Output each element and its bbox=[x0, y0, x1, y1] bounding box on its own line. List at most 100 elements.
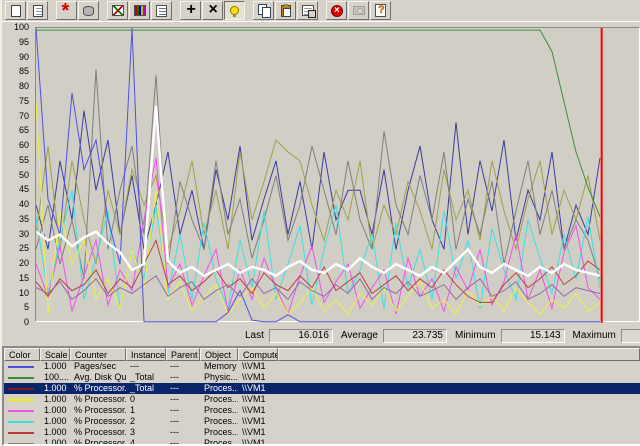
cell-computer: \\VM1 bbox=[238, 438, 278, 446]
highlight-button[interactable] bbox=[224, 1, 245, 20]
column-header-object[interactable]: Object bbox=[200, 348, 238, 361]
cell-color bbox=[4, 372, 40, 383]
plus-icon bbox=[184, 4, 198, 18]
cell-object: Proces... bbox=[200, 416, 238, 427]
cell-parent: --- bbox=[166, 405, 200, 416]
cell-scale: 1.000 bbox=[40, 394, 70, 405]
cell-object: Memory bbox=[200, 361, 238, 372]
view-graph-button[interactable] bbox=[107, 1, 128, 20]
y-axis-label: 95 bbox=[19, 37, 29, 47]
current-activity-icon bbox=[60, 4, 74, 18]
series-processor-1 bbox=[36, 158, 600, 314]
cell-object: Physic... bbox=[200, 372, 238, 383]
cell-instance: 4 bbox=[126, 438, 166, 446]
update-data-button[interactable] bbox=[348, 1, 369, 20]
y-axis-label: 20 bbox=[19, 258, 29, 268]
counter-color-swatch bbox=[8, 410, 34, 412]
column-header-color[interactable]: Color bbox=[4, 348, 40, 361]
counter-row[interactable]: 1.000% Processor...3---Proces...\\VM1 bbox=[4, 427, 640, 438]
stat-label-last: Last bbox=[245, 330, 264, 341]
column-header-counter[interactable]: Counter bbox=[70, 348, 126, 361]
properties-button[interactable] bbox=[297, 1, 318, 20]
column-header-instance[interactable]: Instance bbox=[126, 348, 166, 361]
cell-instance: 0 bbox=[126, 394, 166, 405]
properties-icon bbox=[302, 5, 314, 16]
counter-color-swatch bbox=[8, 443, 34, 445]
view-log-data-button[interactable] bbox=[78, 1, 99, 20]
column-header-computer[interactable]: Computer bbox=[238, 348, 278, 361]
delete-counter-button[interactable] bbox=[202, 1, 223, 20]
add-counter-button[interactable] bbox=[180, 1, 201, 20]
counter-row[interactable]: 1.000% Processor...0---Proces...\\VM1 bbox=[4, 394, 640, 405]
toolbar bbox=[2, 0, 640, 22]
column-header-scale[interactable]: Scale bbox=[40, 348, 70, 361]
cell-counter: % Processor... bbox=[70, 383, 126, 394]
y-axis-label: 0 bbox=[24, 317, 29, 327]
cell-color bbox=[4, 383, 40, 394]
cell-parent: --- bbox=[166, 438, 200, 446]
cell-parent: --- bbox=[166, 361, 200, 372]
counter-row[interactable]: 1.000Pages/sec------Memory\\VM1 bbox=[4, 361, 640, 372]
column-header-filler bbox=[278, 348, 640, 361]
y-axis-label: 35 bbox=[19, 214, 29, 224]
stat-label-average: Average bbox=[341, 330, 378, 341]
copy-properties-button[interactable] bbox=[253, 1, 274, 20]
cell-computer: \\VM1 bbox=[238, 361, 278, 372]
y-axis-label: 25 bbox=[19, 243, 29, 253]
cell-computer: \\VM1 bbox=[238, 383, 278, 394]
counter-row[interactable]: 1.000% Processor...4---Proces...\\VM1 bbox=[4, 438, 640, 446]
stat-value-last: 16.016 bbox=[269, 329, 333, 343]
cell-object: Proces... bbox=[200, 405, 238, 416]
y-axis-label: 65 bbox=[19, 125, 29, 135]
column-header-parent[interactable]: Parent bbox=[166, 348, 200, 361]
paste-icon bbox=[281, 5, 291, 17]
cell-object: Proces... bbox=[200, 438, 238, 446]
counter-color-swatch bbox=[8, 366, 34, 368]
histogram-icon bbox=[134, 5, 146, 16]
clear-display-button[interactable] bbox=[27, 1, 48, 20]
report-icon bbox=[156, 5, 167, 17]
view-histogram-button[interactable] bbox=[129, 1, 150, 20]
cell-object: Proces... bbox=[200, 394, 238, 405]
stat-value-maximum: 73.640 bbox=[621, 329, 640, 343]
clear-page-icon bbox=[33, 5, 43, 17]
lightbulb-icon bbox=[230, 6, 239, 15]
log-database-icon bbox=[83, 6, 94, 16]
cell-instance: 1 bbox=[126, 405, 166, 416]
stats-bar: Last16.016Average23.735Minimum15.143Maxi… bbox=[2, 325, 640, 346]
y-axis-label: 85 bbox=[19, 66, 29, 76]
cell-color bbox=[4, 405, 40, 416]
cell-instance: --- bbox=[126, 361, 166, 372]
cell-color bbox=[4, 394, 40, 405]
view-current-activity-button[interactable] bbox=[56, 1, 77, 20]
counter-row[interactable]: 1.000% Processor...2---Proces...\\VM1 bbox=[4, 416, 640, 427]
line-graph-icon bbox=[112, 5, 124, 16]
paste-counter-list-button[interactable] bbox=[275, 1, 296, 20]
cell-parent: --- bbox=[166, 394, 200, 405]
cell-instance: _Total bbox=[126, 383, 166, 394]
cell-computer: \\VM1 bbox=[238, 427, 278, 438]
y-axis-label: 75 bbox=[19, 96, 29, 106]
cell-counter: % Processor... bbox=[70, 438, 126, 446]
counter-row[interactable]: 1.000% Processor...1---Proces...\\VM1 bbox=[4, 405, 640, 416]
counter-row[interactable]: 100....Avg. Disk Qu..._Total---Physic...… bbox=[4, 372, 640, 383]
cell-color bbox=[4, 438, 40, 446]
cell-object: Proces... bbox=[200, 383, 238, 394]
cell-instance: 2 bbox=[126, 416, 166, 427]
new-counter-set-button[interactable] bbox=[5, 1, 26, 20]
help-button[interactable] bbox=[370, 1, 391, 20]
cell-counter: % Processor... bbox=[70, 405, 126, 416]
counter-color-swatch bbox=[8, 377, 34, 379]
y-axis-label: 45 bbox=[19, 184, 29, 194]
y-axis-label: 80 bbox=[19, 81, 29, 91]
cell-counter: % Processor... bbox=[70, 394, 126, 405]
cell-computer: \\VM1 bbox=[238, 394, 278, 405]
counter-row[interactable]: 1.000% Processor..._Total---Proces...\\V… bbox=[4, 383, 640, 394]
performance-graph bbox=[36, 28, 640, 323]
freeze-display-button[interactable] bbox=[326, 1, 347, 20]
view-report-button[interactable] bbox=[151, 1, 172, 20]
cell-counter: Avg. Disk Qu... bbox=[70, 372, 126, 383]
cell-counter: Pages/sec bbox=[70, 361, 126, 372]
counter-color-swatch bbox=[8, 432, 34, 434]
cell-scale: 1.000 bbox=[40, 361, 70, 372]
